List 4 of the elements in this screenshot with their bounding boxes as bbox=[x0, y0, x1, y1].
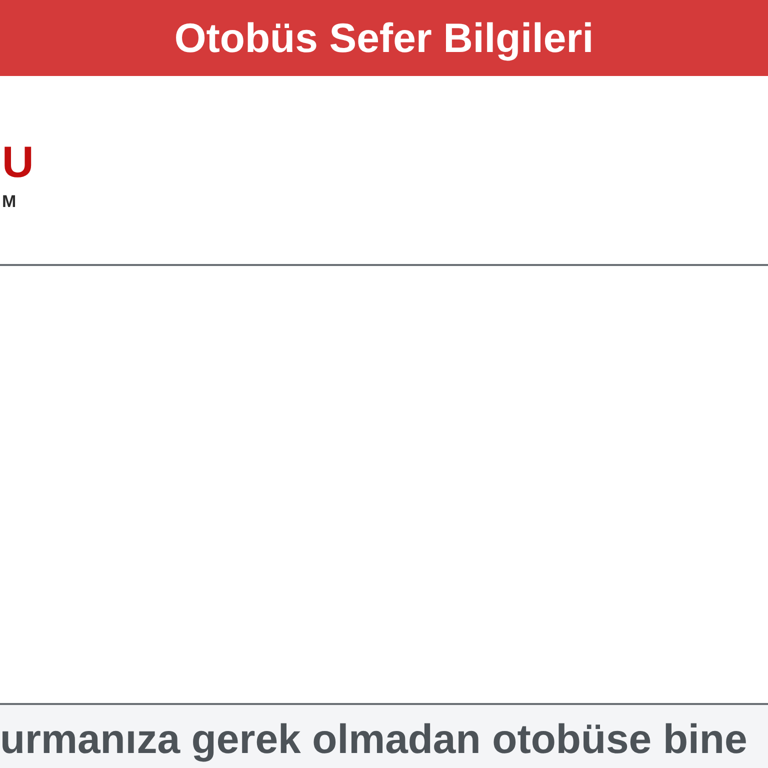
logo-letter: U bbox=[2, 140, 34, 184]
page-title: Otobüs Sefer Bilgileri bbox=[174, 18, 594, 58]
info-text: urmanıza gerek olmadan otobüse bine bbox=[0, 719, 748, 760]
logo-subtext: M bbox=[2, 192, 16, 210]
